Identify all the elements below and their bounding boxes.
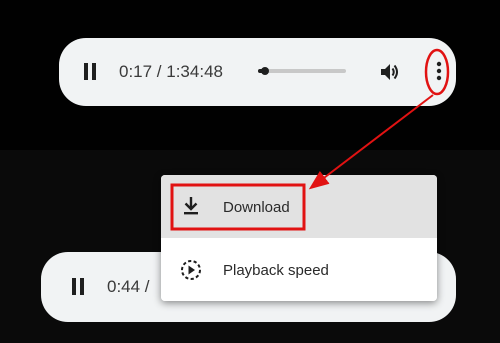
download-icon bbox=[180, 195, 202, 217]
more-options-button[interactable] bbox=[425, 53, 453, 91]
time-display: 0:17 / 1:34:48 bbox=[119, 62, 223, 81]
time-display: 0:44 / bbox=[107, 277, 150, 296]
progress-thumb[interactable] bbox=[261, 67, 270, 75]
progress-slider[interactable] bbox=[258, 67, 346, 75]
audio-player: 0:17 / 1:34:48 bbox=[59, 38, 456, 106]
menu-item-download[interactable]: Download bbox=[161, 175, 437, 238]
volume-icon[interactable] bbox=[379, 61, 401, 83]
menu-item-label: Download bbox=[223, 199, 290, 216]
menu-item-label: Playback speed bbox=[223, 262, 329, 279]
pause-icon[interactable] bbox=[83, 63, 97, 80]
more-options-menu: Download Playback speed bbox=[161, 175, 437, 301]
pause-icon[interactable] bbox=[71, 278, 85, 295]
menu-item-playback-speed[interactable]: Playback speed bbox=[161, 238, 437, 301]
playback-speed-icon bbox=[180, 259, 202, 281]
more-options-icon bbox=[436, 61, 442, 81]
